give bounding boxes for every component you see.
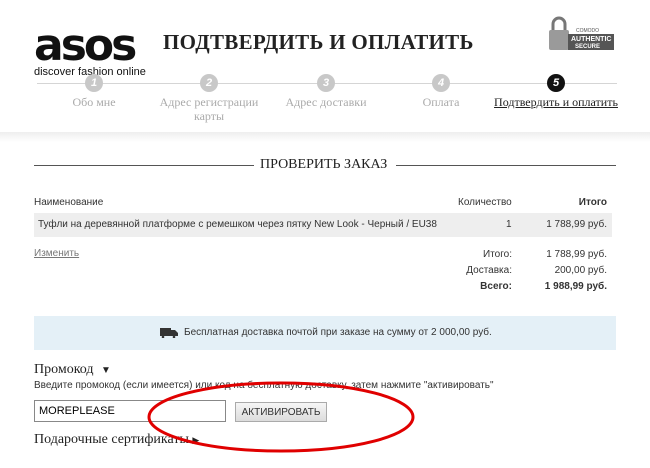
truck-icon (160, 328, 178, 338)
step-payment: 4 Оплата (376, 74, 506, 109)
page-title: ПОДТВЕРДИТЬ И ОПЛАТИТЬ (163, 30, 474, 54)
edit-order-link[interactable]: Изменить (34, 248, 79, 259)
promo-title: Промокод (34, 362, 94, 377)
banner-text: Бесплатная доставка почтой при заказе на… (184, 327, 492, 338)
badge-line-3: SECURE (575, 44, 600, 50)
header-divider (0, 132, 650, 142)
annotation-oval (147, 381, 415, 453)
step-label: Адрес доставки (285, 95, 367, 109)
delivery-value: 200,00 руб. (554, 265, 607, 276)
asos-logo[interactable]: asos discover fashion online (34, 20, 154, 79)
subtotal-value: 1 788,99 руб. (546, 249, 607, 260)
grand-total-label: Всего: (480, 281, 512, 292)
review-title: ПРОВЕРИТЬ ЗАКАЗ (258, 157, 390, 173)
delivery-label: Доставка: (466, 265, 512, 276)
order-table-header: Наименование Количество Итого (34, 191, 612, 214)
step-number: 1 (85, 74, 103, 92)
step-label: Обо мне (72, 95, 116, 109)
step-number: 2 (200, 74, 218, 92)
col-qty: Количество (458, 197, 512, 208)
promo-toggle[interactable]: Промокод ▼ (34, 362, 111, 378)
step-number: 4 (432, 74, 450, 92)
step-number: 3 (317, 74, 335, 92)
step-card-address: 2 Адрес регистрации карты (144, 74, 274, 123)
step-label: Подтвердить и оплатить (494, 95, 618, 109)
badge-line-2: AUTHENTIC (571, 36, 611, 43)
free-shipping-banner: Бесплатная доставка почтой при заказе на… (34, 316, 616, 350)
step-delivery-address: 3 Адрес доставки (261, 74, 391, 109)
step-confirm-pay: 5 Подтвердить и оплатить (491, 74, 621, 109)
caret-down-icon: ▼ (101, 365, 111, 376)
subtotal-label: Итого: (483, 249, 512, 260)
step-number: 5 (547, 74, 565, 92)
table-row: Туфли на деревянной платформе с ремешком… (34, 213, 612, 237)
badge-line-1: COMODO (576, 28, 599, 34)
item-qty: 1 (506, 219, 512, 230)
step-label: Оплата (422, 95, 460, 109)
col-total: Итого (578, 197, 607, 208)
section-rule-right (396, 165, 616, 166)
col-name: Наименование (34, 197, 104, 208)
grand-total-value: 1 988,99 руб. (544, 281, 607, 292)
step-label: Адрес регистрации карты (159, 95, 259, 123)
section-rule-left (34, 165, 254, 166)
padlock-icon: COMODO AUTHENTIC SECURE (549, 16, 614, 50)
item-total: 1 788,99 руб. (546, 219, 607, 230)
step-about-me: 1 Обо мне (29, 74, 159, 109)
logo-wordmark: asos (34, 20, 137, 71)
item-name: Туфли на деревянной платформе с ремешком… (38, 219, 437, 230)
security-badge: COMODO AUTHENTIC SECURE (548, 14, 616, 56)
